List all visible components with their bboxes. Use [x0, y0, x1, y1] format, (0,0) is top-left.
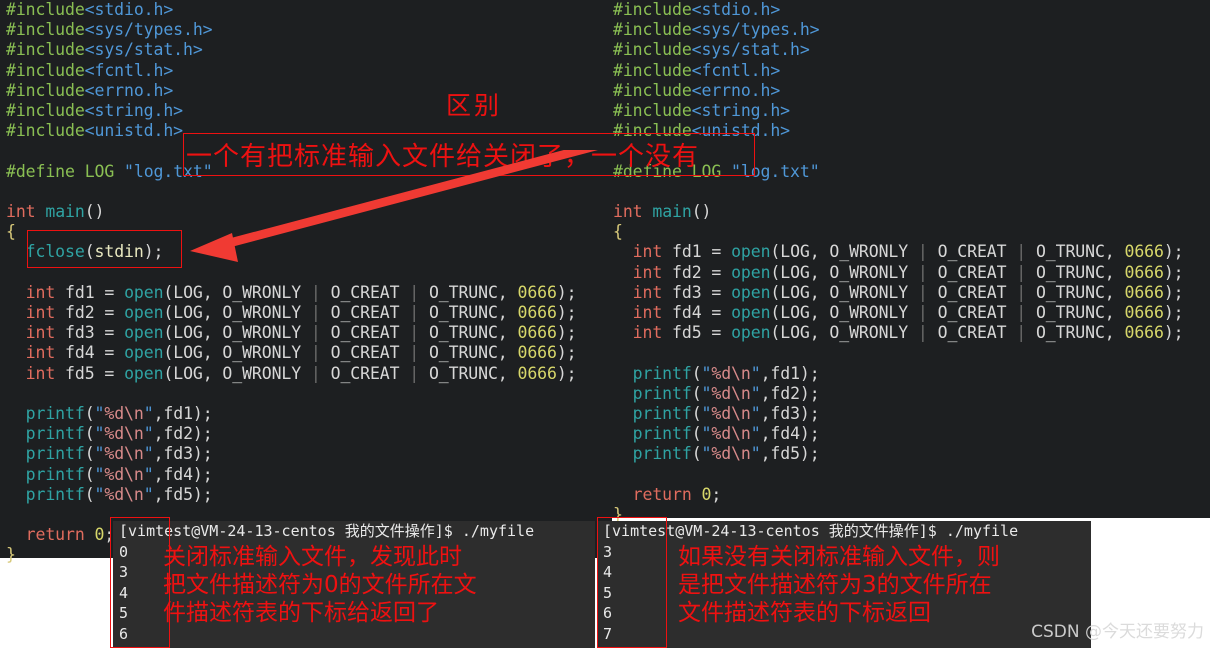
annotation-label-difference: 区别	[446, 91, 503, 120]
terminal-line: [vimtest@VM-24-13-centos 我的文件操作]$ ./myfi…	[119, 522, 535, 540]
annotation-note-right: 如果没有关闭标准输入文件，则 是把文件描述符为3的文件所在 文件描述符表的下标返…	[678, 544, 1000, 626]
annotation-arrow-icon	[190, 150, 598, 262]
code-text-left: #include<stdio.h> #include<sys/types.h> …	[6, 0, 577, 565]
annotation-note-left: 关闭标准输入文件，发现此时 把文件描述符为0的文件所在文 件描述符表的下标给返回…	[163, 544, 477, 626]
terminal-line: [vimtest@VM-24-13-centos 我的文件操作]$ ./myfi…	[603, 522, 1019, 540]
csdn-watermark: CSDN @今天还要努力	[1031, 622, 1204, 642]
code-text-right: #include<stdio.h> #include<sys/types.h> …	[613, 0, 1184, 525]
screenshot-stage: #include<stdio.h> #include<sys/types.h> …	[0, 0, 1210, 648]
